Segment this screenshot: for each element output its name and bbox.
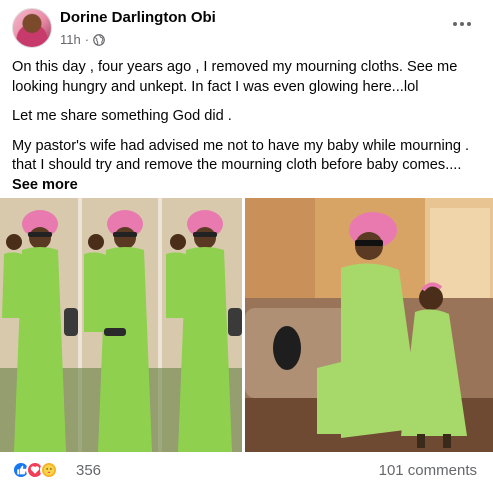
photo-seated-art xyxy=(245,198,493,452)
see-more-link[interactable]: See more xyxy=(12,177,78,193)
author-name[interactable]: Dorine Darlington Obi xyxy=(60,9,216,26)
post-timestamp[interactable]: 11h xyxy=(60,32,81,47)
globe-icon xyxy=(93,33,105,46)
post-paragraph-1: On this day , four years ago , I removed… xyxy=(12,59,458,95)
post-paragraph-3: My pastor's wife had advised me not to h… xyxy=(12,137,482,196)
meta-separator: · xyxy=(84,32,90,47)
photo-grid xyxy=(0,198,493,452)
photo-collage-art xyxy=(0,198,242,452)
reaction-icons[interactable] xyxy=(12,461,58,479)
comments-count[interactable]: 101 comments xyxy=(379,462,477,479)
post-meta: 11h · xyxy=(60,32,105,47)
post-paragraph-3-text: My pastor's wife had advised me not to h… xyxy=(12,137,470,174)
post-header: Dorine Darlington Obi 11h · xyxy=(0,0,493,56)
reaction-count[interactable]: 356 xyxy=(76,462,101,479)
more-options-icon[interactable] xyxy=(447,14,477,34)
care-icon xyxy=(40,461,58,479)
photo-mother-child-collage[interactable] xyxy=(0,198,242,452)
photo-mother-seated-with-child[interactable] xyxy=(245,198,493,452)
author-avatar[interactable] xyxy=(12,8,52,48)
post-paragraph-2: Let me share something God did . xyxy=(12,108,232,124)
post-body: On this day , four years ago , I removed… xyxy=(12,58,482,205)
reactions-bar: 356 101 comments xyxy=(0,452,493,489)
